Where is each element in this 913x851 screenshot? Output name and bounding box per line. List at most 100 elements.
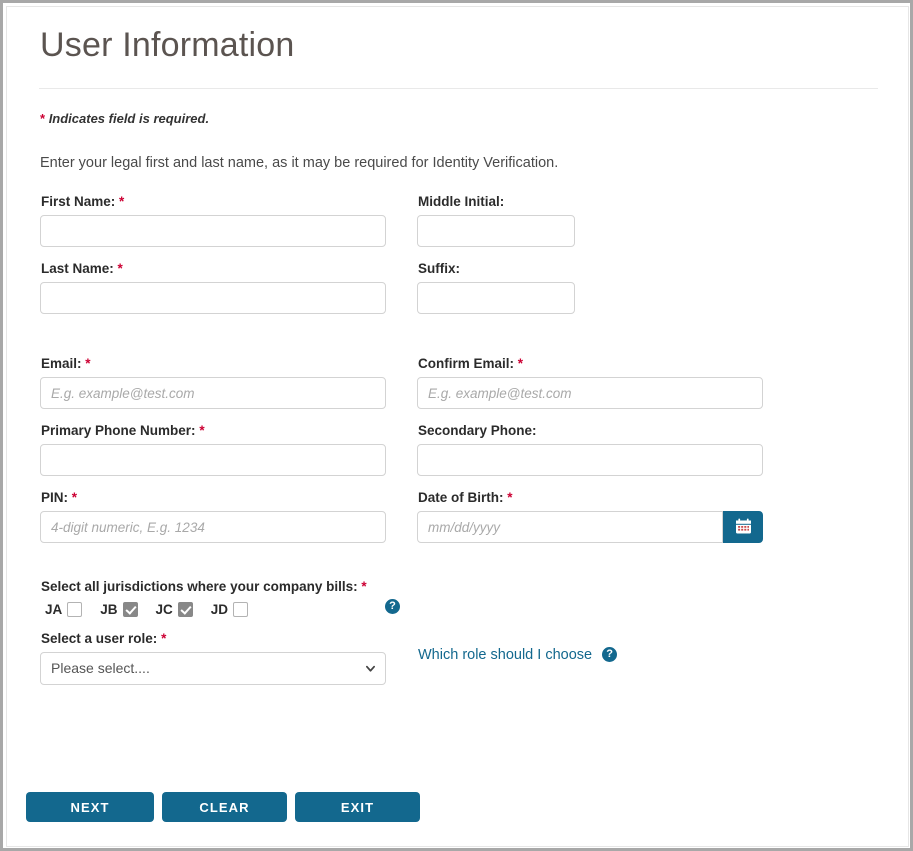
date-of-birth-label-text: Date of Birth:	[418, 490, 504, 505]
user-information-page: User Information * Indicates field is re…	[6, 6, 909, 847]
last-name-label-text: Last Name:	[41, 261, 114, 276]
suffix-label-text: Suffix:	[418, 261, 460, 276]
jurisdictions-required: *	[361, 579, 366, 594]
jurisdiction-jd-checkbox[interactable]	[233, 602, 248, 617]
primary-phone-group: Primary Phone Number: *	[40, 423, 417, 476]
form-row-phone: Primary Phone Number: * Secondary Phone:	[7, 423, 908, 476]
jurisdiction-ja-label: JA	[45, 602, 62, 617]
which-role-help-text: Which role should I choose	[418, 647, 592, 663]
secondary-phone-label-text: Secondary Phone:	[418, 423, 537, 438]
email-required: *	[85, 356, 90, 371]
last-name-input[interactable]	[40, 282, 386, 314]
first-name-required: *	[119, 194, 124, 209]
user-role-label: Select a user role: *	[41, 631, 908, 646]
form-area: First Name: * Middle Initial: La	[7, 194, 908, 543]
middle-initial-input[interactable]	[417, 215, 575, 247]
jurisdiction-jb-label: JB	[100, 602, 117, 617]
jurisdictions-label-text: Select all jurisdictions where your comp…	[41, 579, 358, 594]
secondary-phone-group: Secondary Phone:	[417, 423, 794, 476]
middle-initial-label: Middle Initial:	[418, 194, 794, 209]
spacer	[7, 314, 908, 338]
user-role-required: *	[161, 631, 166, 646]
intro-text: Enter your legal first and last name, as…	[40, 155, 908, 171]
email-label: Email: *	[41, 356, 417, 371]
pin-label: PIN: *	[41, 490, 417, 505]
confirm-email-input[interactable]	[417, 377, 763, 409]
browser-window: User Information * Indicates field is re…	[0, 0, 913, 851]
form-row-email: Email: * Confirm Email: *	[7, 356, 908, 409]
date-of-birth-label: Date of Birth: *	[418, 490, 794, 505]
first-name-input[interactable]	[40, 215, 386, 247]
user-role-select[interactable]: Please select....	[40, 652, 386, 685]
jurisdiction-option-ja[interactable]: JA	[45, 602, 82, 617]
pin-input[interactable]	[40, 511, 386, 543]
date-of-birth-input[interactable]	[417, 511, 723, 543]
email-label-text: Email:	[41, 356, 82, 371]
primary-phone-required: *	[199, 423, 204, 438]
date-of-birth-required: *	[507, 490, 512, 505]
user-role-label-text: Select a user role:	[41, 631, 157, 646]
form-row-pin-dob: PIN: * Date of Birth: *	[7, 490, 908, 543]
jurisdiction-checkbox-row: JA JB JC JD	[40, 602, 908, 617]
jurisdictions-help-icon[interactable]: ?	[385, 599, 400, 614]
title-divider	[39, 88, 878, 89]
middle-initial-group: Middle Initial:	[417, 194, 794, 247]
calendar-icon	[735, 518, 752, 535]
pin-group: PIN: *	[40, 490, 417, 543]
suffix-input[interactable]	[417, 282, 575, 314]
secondary-phone-label: Secondary Phone:	[418, 423, 794, 438]
last-name-group: Last Name: *	[40, 261, 417, 314]
form-row-names-1: First Name: * Middle Initial:	[7, 194, 908, 247]
jurisdiction-option-jd[interactable]: JD	[211, 602, 248, 617]
first-name-label: First Name: *	[41, 194, 417, 209]
page-title: User Information	[7, 7, 908, 66]
jurisdiction-jb-checkbox[interactable]	[123, 602, 138, 617]
primary-phone-input[interactable]	[40, 444, 386, 476]
user-role-block: Select a user role: * Please select.... …	[7, 631, 908, 685]
required-asterisk: *	[40, 111, 45, 126]
jurisdiction-jc-checkbox[interactable]	[178, 602, 193, 617]
next-button[interactable]: NEXT	[26, 792, 154, 822]
jurisdiction-option-jb[interactable]: JB	[100, 602, 137, 617]
jurisdiction-jc-label: JC	[156, 602, 173, 617]
last-name-label: Last Name: *	[41, 261, 417, 276]
primary-phone-label: Primary Phone Number: *	[41, 423, 417, 438]
date-of-birth-control	[417, 511, 794, 543]
first-name-group: First Name: *	[40, 194, 417, 247]
email-group: Email: *	[40, 356, 417, 409]
primary-phone-label-text: Primary Phone Number:	[41, 423, 196, 438]
jurisdiction-jd-label: JD	[211, 602, 228, 617]
middle-initial-label-text: Middle Initial:	[418, 194, 504, 209]
secondary-phone-input[interactable]	[417, 444, 763, 476]
jurisdictions-block: Select all jurisdictions where your comp…	[7, 579, 908, 617]
email-input[interactable]	[40, 377, 386, 409]
exit-button[interactable]: EXIT	[295, 792, 420, 822]
which-role-help-link[interactable]: Which role should I choose ?	[418, 647, 617, 663]
clear-button[interactable]: CLEAR	[162, 792, 287, 822]
spacer	[7, 247, 908, 261]
first-name-label-text: First Name:	[41, 194, 115, 209]
spacer	[7, 338, 908, 356]
required-note-text: Indicates field is required.	[49, 111, 209, 126]
pin-required: *	[72, 490, 77, 505]
jurisdiction-ja-checkbox[interactable]	[67, 602, 82, 617]
calendar-picker-button[interactable]	[723, 511, 763, 543]
which-role-help-icon[interactable]: ?	[602, 647, 617, 662]
confirm-email-label: Confirm Email: *	[418, 356, 794, 371]
spacer	[7, 409, 908, 423]
suffix-group: Suffix:	[417, 261, 794, 314]
jurisdictions-label: Select all jurisdictions where your comp…	[41, 579, 908, 594]
confirm-email-label-text: Confirm Email:	[418, 356, 514, 371]
confirm-email-group: Confirm Email: *	[417, 356, 794, 409]
jurisdiction-option-jc[interactable]: JC	[156, 602, 193, 617]
date-of-birth-group: Date of Birth: *	[417, 490, 794, 543]
user-role-select-wrap: Please select....	[40, 652, 386, 685]
confirm-email-required: *	[518, 356, 523, 371]
suffix-label: Suffix:	[418, 261, 794, 276]
form-action-bar: NEXT CLEAR EXIT	[26, 792, 428, 822]
last-name-required: *	[118, 261, 123, 276]
form-row-names-2: Last Name: * Suffix:	[7, 261, 908, 314]
required-field-note: * Indicates field is required.	[40, 111, 908, 126]
spacer	[7, 476, 908, 490]
pin-label-text: PIN:	[41, 490, 68, 505]
